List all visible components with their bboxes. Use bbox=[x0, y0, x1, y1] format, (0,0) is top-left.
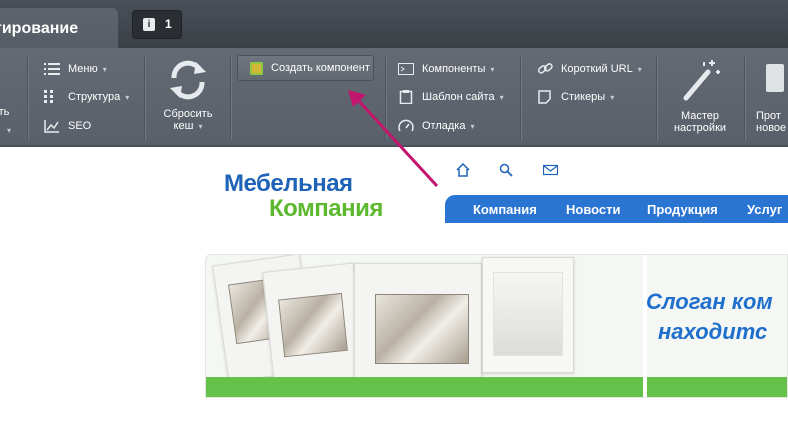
annotation-arrow bbox=[348, 90, 439, 188]
